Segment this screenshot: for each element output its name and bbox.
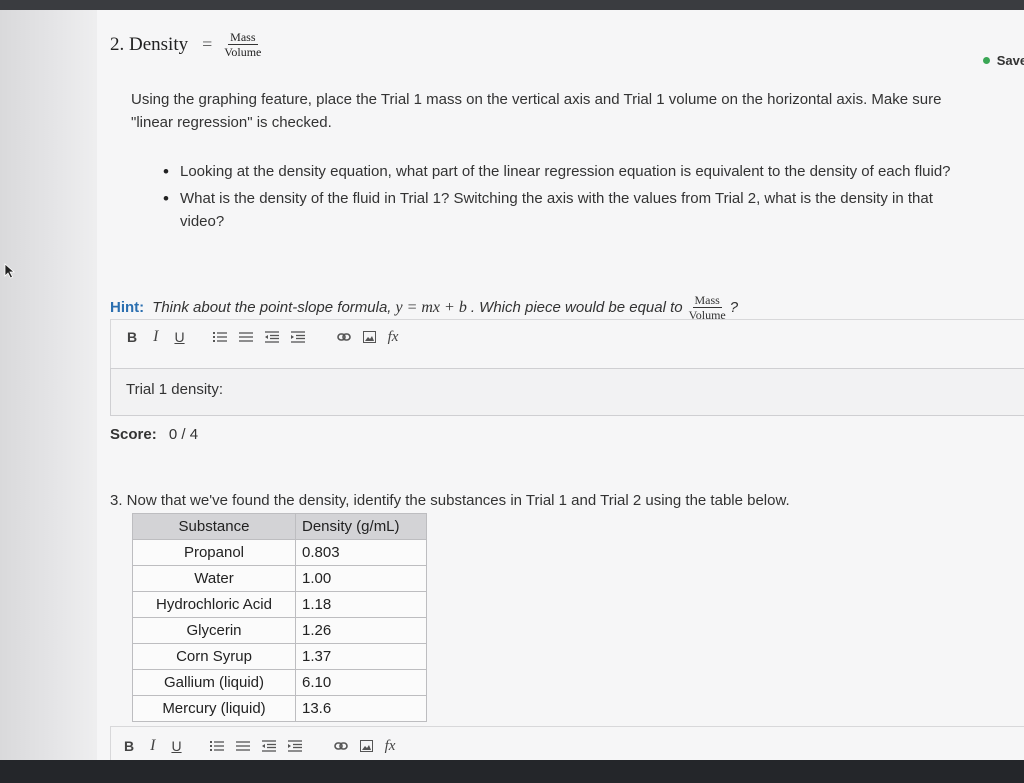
image-icon[interactable] bbox=[362, 331, 376, 343]
equals-sign: = bbox=[202, 34, 213, 54]
unordered-list-icon[interactable] bbox=[238, 331, 253, 343]
question-2-instruction: Using the graphing feature, place the Tr… bbox=[131, 91, 942, 131]
bullet-item: What is the density of the fluid in Tria… bbox=[163, 187, 973, 233]
table-header: Substance bbox=[132, 513, 296, 540]
ordered-list-icon[interactable] bbox=[209, 740, 224, 752]
bottom-bezel bbox=[0, 760, 1024, 783]
table-row: Propanol 0.803 bbox=[132, 539, 427, 566]
table-row: Water 1.00 bbox=[132, 565, 427, 592]
hint: Hint: Think about the point-slope formul… bbox=[110, 294, 738, 321]
unordered-list-icon[interactable] bbox=[235, 740, 250, 752]
link-icon[interactable] bbox=[333, 740, 348, 752]
question-2-bullets: Looking at the density equation, what pa… bbox=[163, 160, 973, 237]
table-cell: 6.10 bbox=[295, 669, 427, 696]
hint-fraction: Mass Volume bbox=[689, 294, 726, 321]
top-bezel bbox=[0, 0, 1024, 10]
indent-icon[interactable] bbox=[290, 331, 305, 343]
link-icon[interactable] bbox=[336, 331, 351, 343]
table-cell: 1.00 bbox=[295, 565, 427, 592]
table-cell: Propanol bbox=[132, 539, 296, 566]
table-row: Hydrochloric Acid 1.18 bbox=[132, 591, 427, 618]
question-2-label: 2. Density bbox=[110, 33, 189, 55]
table-cell: 1.37 bbox=[295, 643, 427, 670]
hint-end: ? bbox=[729, 299, 739, 316]
outdent-icon[interactable] bbox=[264, 331, 279, 343]
table-cell: Hydrochloric Acid bbox=[132, 591, 296, 618]
hint-formula: y = mx + b bbox=[395, 298, 467, 316]
assignment-content: Saved 2. Density = Mass Volume Using the… bbox=[97, 10, 1024, 760]
table-row: Mercury (liquid) 13.6 bbox=[132, 695, 427, 722]
score-value: 0 / 4 bbox=[168, 426, 199, 443]
formula-icon[interactable]: fx bbox=[385, 738, 396, 755]
underline-button[interactable]: U bbox=[171, 738, 181, 754]
image-icon[interactable] bbox=[359, 740, 373, 752]
density-table: Substance Density (g/mL) Propanol 0.803 … bbox=[132, 513, 427, 722]
question-3-prompt: 3. Now that we've found the density, ide… bbox=[110, 492, 790, 509]
saved-label: Saved bbox=[996, 53, 1024, 68]
underline-button[interactable]: U bbox=[174, 329, 184, 345]
italic-button[interactable]: I bbox=[153, 328, 158, 346]
editor-2-toolbar: B I U fx bbox=[124, 737, 395, 755]
mouse-cursor-icon bbox=[4, 263, 16, 279]
table-row: Corn Syrup 1.37 bbox=[132, 643, 427, 670]
bold-button[interactable]: B bbox=[124, 738, 134, 754]
screen: Saved 2. Density = Mass Volume Using the… bbox=[0, 0, 1024, 760]
hint-fraction-numerator: Mass bbox=[692, 293, 722, 308]
table-cell: 1.26 bbox=[295, 617, 427, 644]
formula-icon[interactable]: fx bbox=[388, 329, 399, 346]
fraction-numerator: Mass bbox=[228, 30, 258, 45]
table-header: Density (g/mL) bbox=[295, 513, 427, 540]
ordered-list-icon[interactable] bbox=[212, 331, 227, 343]
density-fraction: Mass Volume bbox=[224, 31, 261, 58]
bullet-item: Looking at the density equation, what pa… bbox=[163, 160, 973, 183]
fraction-denominator: Volume bbox=[224, 45, 262, 59]
answer-text: Trial 1 density: bbox=[126, 381, 223, 398]
saved-dot-icon bbox=[982, 57, 990, 64]
table-row: Gallium (liquid) 6.10 bbox=[132, 669, 427, 696]
table-cell: 0.803 bbox=[295, 539, 427, 566]
hint-label: Hint: bbox=[110, 299, 145, 316]
bold-button[interactable]: B bbox=[127, 329, 137, 345]
indent-icon[interactable] bbox=[287, 740, 302, 752]
table-cell: Mercury (liquid) bbox=[132, 695, 296, 722]
score-label: Score: bbox=[110, 426, 157, 443]
italic-button[interactable]: I bbox=[150, 737, 155, 755]
saved-status: Saved bbox=[982, 53, 1024, 68]
editor-toolbar: B I U fx bbox=[127, 328, 398, 346]
table-cell: Glycerin bbox=[132, 617, 296, 644]
table-cell: 13.6 bbox=[295, 695, 427, 722]
hint-text-2: . Which piece would be equal to bbox=[470, 299, 683, 316]
hint-text: Think about the point-slope formula, bbox=[152, 299, 392, 316]
outdent-icon[interactable] bbox=[261, 740, 276, 752]
answer-editor[interactable] bbox=[110, 368, 1024, 416]
table-cell: Corn Syrup bbox=[132, 643, 296, 670]
table-header-row: Substance Density (g/mL) bbox=[132, 513, 427, 540]
table-cell: 1.18 bbox=[295, 591, 427, 618]
table-row: Glycerin 1.26 bbox=[132, 617, 427, 644]
score: Score: 0 / 4 bbox=[110, 426, 198, 443]
table-cell: Gallium (liquid) bbox=[132, 669, 296, 696]
question-2-title: 2. Density = Mass Volume bbox=[110, 31, 261, 58]
table-cell: Water bbox=[132, 565, 296, 592]
